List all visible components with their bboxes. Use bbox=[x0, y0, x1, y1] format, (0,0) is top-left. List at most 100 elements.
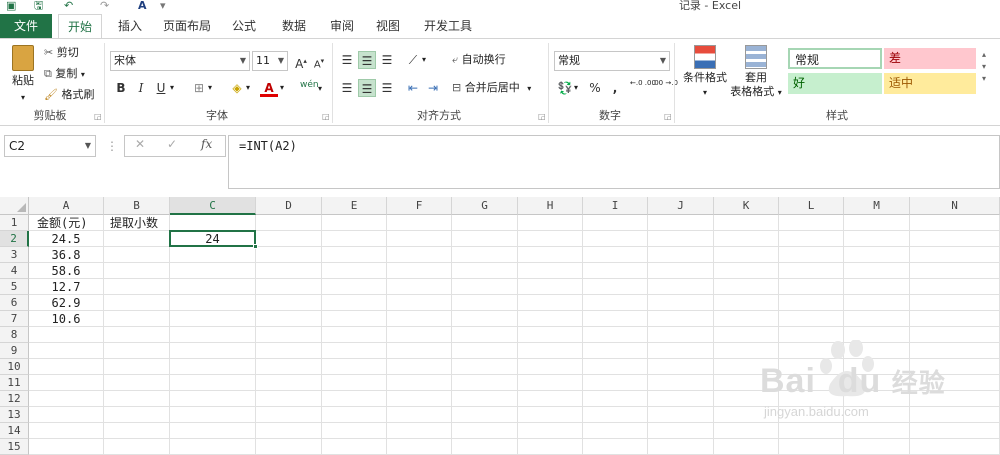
cell-a7[interactable]: 10.6 bbox=[29, 311, 104, 327]
cell-b6[interactable] bbox=[104, 295, 170, 311]
tab-developer[interactable]: 开发工具 bbox=[418, 14, 478, 38]
cell-g6[interactable] bbox=[452, 295, 518, 311]
formula-input[interactable]: =INT(A2) bbox=[228, 135, 1000, 189]
tab-view[interactable]: 视图 bbox=[370, 14, 406, 38]
cell-d10[interactable] bbox=[256, 359, 322, 375]
cell-n4[interactable] bbox=[910, 263, 1000, 279]
row-header-6[interactable]: 6 bbox=[0, 295, 29, 311]
column-header-l[interactable]: L bbox=[779, 197, 844, 215]
cell-h14[interactable] bbox=[518, 423, 583, 439]
cell-j2[interactable] bbox=[648, 231, 714, 247]
cell-l5[interactable] bbox=[779, 279, 844, 295]
cell-style-neutral[interactable]: 适中 bbox=[884, 73, 976, 94]
cell-style-good[interactable]: 好 bbox=[788, 73, 882, 94]
cell-c7[interactable] bbox=[170, 311, 256, 327]
cell-g4[interactable] bbox=[452, 263, 518, 279]
row-header-13[interactable]: 13 bbox=[0, 407, 29, 423]
cell-f13[interactable] bbox=[387, 407, 452, 423]
fill-color-icon[interactable]: ◈ bbox=[228, 79, 246, 97]
cell-g7[interactable] bbox=[452, 311, 518, 327]
cell-b8[interactable] bbox=[104, 327, 170, 343]
dialog-launcher-icon[interactable]: ◲ bbox=[664, 112, 672, 121]
cell-f15[interactable] bbox=[387, 439, 452, 455]
cell-d8[interactable] bbox=[256, 327, 322, 343]
cell-f10[interactable] bbox=[387, 359, 452, 375]
column-header-g[interactable]: G bbox=[452, 197, 518, 215]
cell-a9[interactable] bbox=[29, 343, 104, 359]
cell-a13[interactable] bbox=[29, 407, 104, 423]
phonetic-guide-button[interactable]: wén bbox=[300, 77, 319, 93]
cell-f11[interactable] bbox=[387, 375, 452, 391]
fill-handle[interactable] bbox=[253, 244, 258, 249]
cell-h2[interactable] bbox=[518, 231, 583, 247]
cell-m3[interactable] bbox=[844, 247, 910, 263]
bold-button[interactable]: B bbox=[112, 79, 130, 97]
cell-b15[interactable] bbox=[104, 439, 170, 455]
cell-j15[interactable] bbox=[648, 439, 714, 455]
cell-e2[interactable] bbox=[322, 231, 387, 247]
align-top-icon[interactable]: ☰ bbox=[338, 51, 356, 69]
cell-c1[interactable] bbox=[170, 215, 256, 231]
row-header-1[interactable]: 1 bbox=[0, 215, 29, 231]
cell-f8[interactable] bbox=[387, 327, 452, 343]
decrease-indent-icon[interactable]: ⇤ bbox=[404, 79, 422, 97]
cell-l6[interactable] bbox=[779, 295, 844, 311]
chevron-down-icon[interactable]: ▾ bbox=[318, 81, 322, 97]
cell-k1[interactable] bbox=[714, 215, 779, 231]
cell-m1[interactable] bbox=[844, 215, 910, 231]
cell-j6[interactable] bbox=[648, 295, 714, 311]
cell-style-bad[interactable]: 差 bbox=[884, 48, 976, 69]
cell-i1[interactable] bbox=[583, 215, 648, 231]
underline-button[interactable]: U bbox=[152, 79, 170, 97]
cell-e5[interactable] bbox=[322, 279, 387, 295]
cell-e13[interactable] bbox=[322, 407, 387, 423]
cell-i8[interactable] bbox=[583, 327, 648, 343]
cell-b5[interactable] bbox=[104, 279, 170, 295]
wrap-text-button[interactable]: ⤶ 自动换行 bbox=[452, 52, 506, 68]
cell-c11[interactable] bbox=[170, 375, 256, 391]
cell-c5[interactable] bbox=[170, 279, 256, 295]
cell-g15[interactable] bbox=[452, 439, 518, 455]
column-header-c[interactable]: C bbox=[170, 197, 256, 215]
cell-g1[interactable] bbox=[452, 215, 518, 231]
cell-e1[interactable] bbox=[322, 215, 387, 231]
row-header-5[interactable]: 5 bbox=[0, 279, 29, 295]
column-header-f[interactable]: F bbox=[387, 197, 452, 215]
cell-m4[interactable] bbox=[844, 263, 910, 279]
cell-d2[interactable] bbox=[256, 231, 322, 247]
row-header-9[interactable]: 9 bbox=[0, 343, 29, 359]
cell-l7[interactable] bbox=[779, 311, 844, 327]
cell-i14[interactable] bbox=[583, 423, 648, 439]
cell-d7[interactable] bbox=[256, 311, 322, 327]
cell-d3[interactable] bbox=[256, 247, 322, 263]
cell-a11[interactable] bbox=[29, 375, 104, 391]
cell-n3[interactable] bbox=[910, 247, 1000, 263]
borders-icon[interactable]: ⊞ bbox=[190, 79, 208, 97]
cell-d13[interactable] bbox=[256, 407, 322, 423]
cell-e4[interactable] bbox=[322, 263, 387, 279]
cell-e6[interactable] bbox=[322, 295, 387, 311]
currency-icon[interactable]: 💱 bbox=[556, 79, 574, 97]
cell-d5[interactable] bbox=[256, 279, 322, 295]
cell-j7[interactable] bbox=[648, 311, 714, 327]
cell-l15[interactable] bbox=[779, 439, 844, 455]
cell-b4[interactable] bbox=[104, 263, 170, 279]
orientation-icon[interactable]: ⟋ bbox=[404, 51, 422, 69]
cell-b2[interactable] bbox=[104, 231, 170, 247]
italic-button[interactable]: I bbox=[132, 79, 150, 97]
format-painter-button[interactable]: 🖌 格式刷 bbox=[44, 87, 94, 103]
column-header-m[interactable]: M bbox=[844, 197, 910, 215]
comma-button[interactable]: , bbox=[606, 79, 624, 97]
increase-decimal-button[interactable]: ←.0 .00 bbox=[630, 79, 656, 88]
column-header-a[interactable]: A bbox=[29, 197, 104, 215]
cell-h1[interactable] bbox=[518, 215, 583, 231]
grow-font-icon[interactable]: A▴ bbox=[292, 52, 310, 71]
row-header-11[interactable]: 11 bbox=[0, 375, 29, 391]
cell-g3[interactable] bbox=[452, 247, 518, 263]
cell-a10[interactable] bbox=[29, 359, 104, 375]
cell-a5[interactable]: 12.7 bbox=[29, 279, 104, 295]
align-middle-icon[interactable]: ☰ bbox=[358, 51, 376, 69]
tab-page-layout[interactable]: 页面布局 bbox=[158, 14, 216, 38]
paste-button[interactable]: 粘贴 ▾ bbox=[8, 45, 38, 102]
cell-e8[interactable] bbox=[322, 327, 387, 343]
